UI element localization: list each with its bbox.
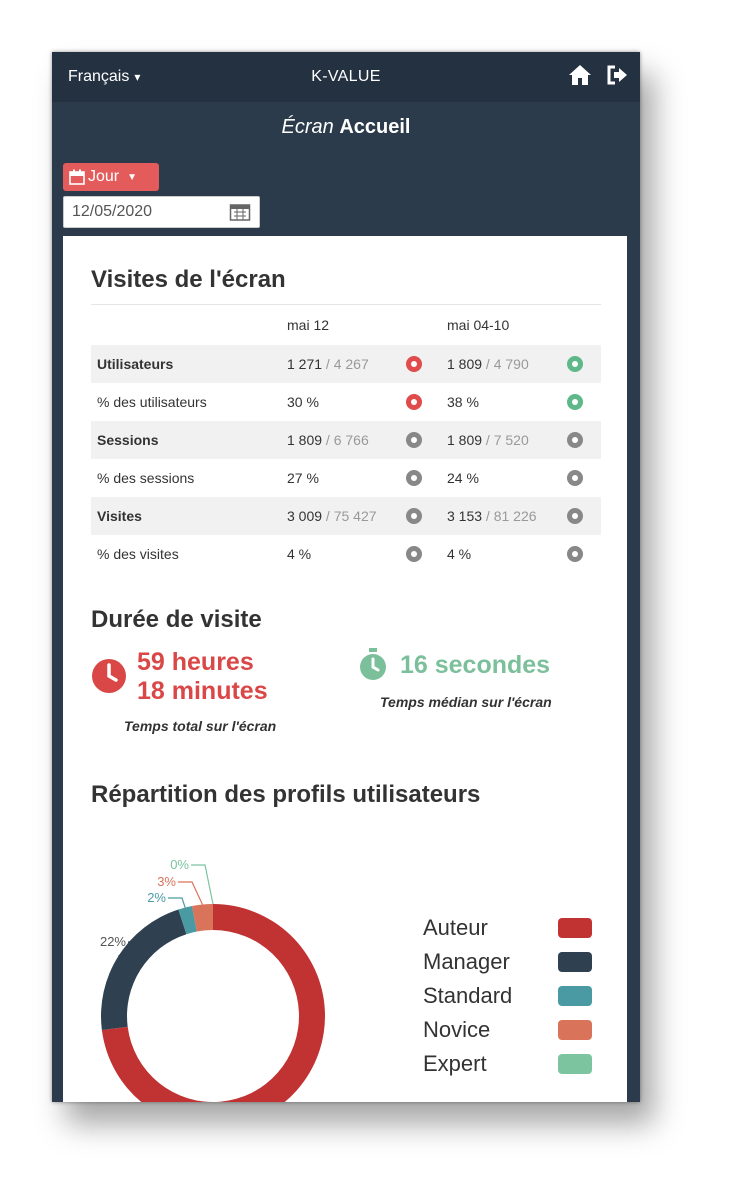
trend-indicator-icon bbox=[406, 470, 422, 486]
clock-icon bbox=[92, 659, 126, 693]
legend-swatch bbox=[558, 986, 592, 1006]
trend-indicator-icon bbox=[567, 546, 583, 562]
row-label: % des sessions bbox=[97, 470, 195, 486]
legend-label: Expert bbox=[423, 1051, 487, 1076]
trend-indicator-icon bbox=[567, 508, 583, 524]
table-header-row: mai 12 mai 04-10 bbox=[91, 305, 601, 345]
stopwatch-icon bbox=[360, 648, 386, 680]
current-value: 4 % bbox=[287, 546, 312, 562]
legend-swatch bbox=[558, 1054, 592, 1074]
visits-section-title: Visites de l'écran bbox=[91, 266, 286, 293]
visits-table: mai 12 mai 04-10 Utilisateurs 1 271 / 4 2… bbox=[91, 304, 601, 573]
current-value: 1 271 / 4 267 bbox=[287, 356, 369, 372]
current-value: 3 009 / 75 427 bbox=[287, 508, 377, 524]
top-bar: Français ▾ K-VALUE bbox=[52, 52, 640, 102]
slice-label-novice: 3% bbox=[157, 874, 176, 889]
leader-line-standard bbox=[168, 897, 186, 908]
slice-label-manager: 22% bbox=[100, 934, 126, 949]
column-header-previous: mai 04-10 bbox=[447, 317, 510, 333]
trend-indicator-icon bbox=[406, 356, 422, 372]
current-value: 30 % bbox=[287, 394, 319, 410]
leader-line-expert bbox=[191, 864, 214, 905]
caret-down-icon: ▼ bbox=[127, 171, 138, 183]
home-icon[interactable] bbox=[568, 64, 592, 86]
total-duration-caption: Temps total sur l'écran bbox=[124, 718, 277, 734]
legend-item-auteur: Auteur bbox=[423, 911, 592, 945]
table-row: % des utilisateurs 30 % 38 % bbox=[91, 383, 601, 421]
date-value: 12/05/2020 bbox=[72, 203, 153, 220]
calendar-picker-icon[interactable] bbox=[229, 202, 251, 227]
legend-label: Standard bbox=[423, 983, 513, 1008]
donut-slice-auteur bbox=[101, 904, 325, 1102]
logout-icon[interactable] bbox=[606, 64, 628, 86]
slice-label-standard: 2% bbox=[147, 890, 166, 905]
table-row: % des sessions 27 % 24 % bbox=[91, 459, 601, 497]
screen-title-name: Accueil bbox=[339, 116, 411, 138]
period-dropdown-button[interactable]: Jour ▼ bbox=[63, 163, 159, 191]
trend-indicator-icon bbox=[567, 470, 583, 486]
legend-swatch bbox=[558, 1020, 592, 1040]
legend-item-novice: Novice bbox=[423, 1013, 592, 1047]
previous-value: 38 % bbox=[447, 394, 479, 410]
previous-value: 3 153 / 81 226 bbox=[447, 508, 537, 524]
previous-value: 4 % bbox=[447, 546, 472, 562]
period-label: Jour bbox=[88, 168, 120, 185]
trend-indicator-icon bbox=[406, 508, 422, 524]
brand-title: K-VALUE bbox=[311, 68, 381, 85]
trend-indicator-icon bbox=[567, 394, 583, 410]
table-row: % des visites 4 % 4 % bbox=[91, 535, 601, 573]
table-row: Visites 3 009 / 75 427 3 153 / 81 226 bbox=[91, 497, 601, 535]
trend-indicator-icon bbox=[567, 356, 583, 372]
trend-indicator-icon bbox=[406, 546, 422, 562]
screen-title-prefix: Écran bbox=[281, 116, 334, 138]
legend-label: Novice bbox=[423, 1017, 491, 1042]
previous-value: 24 % bbox=[447, 470, 479, 486]
median-duration-value: 16 secondes bbox=[400, 650, 551, 679]
leader-line-novice bbox=[178, 881, 204, 905]
calendar-icon bbox=[69, 169, 85, 185]
row-label: Visites bbox=[97, 508, 142, 524]
donut-slice-manager bbox=[101, 909, 187, 1031]
median-duration-block: 16 secondes Temps médian sur l'écran bbox=[358, 648, 552, 710]
legend-label: Manager bbox=[423, 949, 510, 974]
row-label: Sessions bbox=[97, 432, 159, 448]
column-header-current: mai 12 bbox=[287, 317, 330, 333]
median-duration-caption: Temps médian sur l'écran bbox=[380, 694, 552, 710]
total-duration-minutes: 18 minutes bbox=[137, 677, 268, 705]
current-value: 27 % bbox=[287, 470, 319, 486]
app-window: Français ▾ K-VALUE Écran Accueil Jour ▼ 1… bbox=[52, 52, 640, 1102]
legend-label: Auteur bbox=[423, 915, 488, 940]
trend-indicator-icon bbox=[567, 432, 583, 448]
profiles-section-title: Répartition des profils utilisateurs bbox=[91, 781, 481, 808]
table-row: Sessions 1 809 / 6 766 1 809 / 7 520 bbox=[91, 421, 601, 459]
date-input[interactable]: 12/05/2020 bbox=[63, 196, 260, 228]
total-duration-hours: 59 heures bbox=[137, 648, 254, 676]
screen-title: Écran Accueil bbox=[52, 102, 640, 156]
slice-label-expert: 0% bbox=[170, 857, 189, 872]
total-duration-block: 59 heures 18 minutes Temps total sur l'é… bbox=[91, 648, 276, 734]
previous-value: 1 809 / 4 790 bbox=[447, 356, 529, 372]
legend-item-manager: Manager bbox=[423, 945, 592, 979]
content-card: Visites de l'écran mai 12 mai 04-10 Util… bbox=[63, 236, 627, 1102]
table-row: Utilisateurs 1 271 / 4 267 1 809 / 4 790 bbox=[91, 345, 601, 383]
legend-swatch bbox=[558, 918, 592, 938]
profiles-legend: Auteur Manager Standard Novice Expert bbox=[423, 911, 592, 1081]
legend-item-expert: Expert bbox=[423, 1047, 592, 1081]
previous-value: 1 809 / 7 520 bbox=[447, 432, 529, 448]
trend-indicator-icon bbox=[406, 394, 422, 410]
legend-swatch bbox=[558, 952, 592, 972]
profiles-donut-chart: 22% 2%3% 0% bbox=[100, 857, 325, 1102]
row-label: % des utilisateurs bbox=[97, 394, 207, 410]
duration-section-title: Durée de visite bbox=[91, 606, 262, 633]
legend-item-standard: Standard bbox=[423, 979, 592, 1013]
trend-indicator-icon bbox=[406, 432, 422, 448]
row-label: Utilisateurs bbox=[97, 356, 174, 372]
row-label: % des visites bbox=[97, 546, 179, 562]
current-value: 1 809 / 6 766 bbox=[287, 432, 369, 448]
